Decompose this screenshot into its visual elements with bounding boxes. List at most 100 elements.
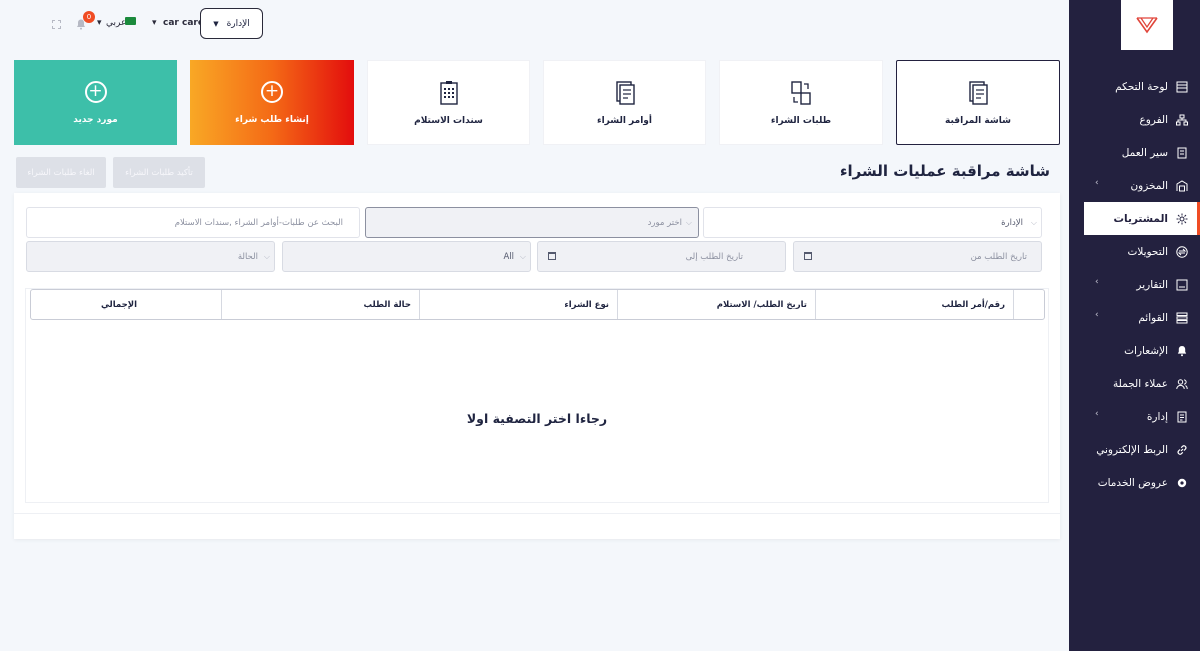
new-supplier-label: مورد جديد — [73, 114, 118, 125]
table-header-cell: الإجمالي — [100, 299, 137, 310]
sidebar-item[interactable]: التحويلات — [1069, 235, 1200, 268]
caret-down-icon: ▾ — [152, 18, 157, 28]
calendar-icon — [548, 252, 556, 260]
chevron-left-icon: ‹ — [1095, 310, 1099, 320]
document-icon — [969, 80, 988, 105]
caret-down-icon: ▾ — [97, 18, 102, 28]
gear-icon — [1176, 477, 1188, 489]
sidebar-item[interactable]: الإشعارات — [1069, 334, 1200, 367]
sidebar-item-label: عملاء الجملة — [1113, 377, 1168, 390]
table-header-cell: حالة الطلب — [221, 290, 419, 319]
date-to-field[interactable]: تاريخ الطلب إلى — [537, 241, 786, 272]
building-icon — [439, 80, 458, 105]
filter-panel: ⌵ الإدارة ⌵ اختر مورد البحث عن طلبات-أوا… — [14, 193, 1060, 539]
status-select-placeholder: الحالة — [237, 251, 258, 262]
workflow-icon — [1176, 147, 1188, 159]
caret-down-icon: ▼ — [213, 19, 219, 28]
document-icon — [615, 80, 635, 105]
cancel-purchase-requests-button[interactable]: الغاء طلبات الشراء — [16, 157, 106, 188]
transfers-icon — [1176, 245, 1188, 258]
purchases-icon — [1176, 213, 1188, 225]
sidebar-item-label: سير العمل — [1121, 146, 1168, 159]
receipts-card[interactable]: سندات الاستلام — [367, 60, 530, 145]
sidebar-nav: لوحة التحكم الفروع سير العمل ‹ المخزون المشتر… — [1069, 70, 1200, 499]
sidebar-item[interactable]: ‹ التقارير — [1069, 268, 1200, 301]
table-header-cell: رقم/أمر الطلب — [815, 290, 1013, 319]
sidebar-item-label: لوحة التحكم — [1115, 80, 1168, 93]
search-input[interactable]: البحث عن طلبات-أوامر الشراء ,سندات الاست… — [26, 207, 360, 238]
table-header-select — [1013, 290, 1044, 319]
sidebar-item[interactable]: عملاء الجملة — [1069, 367, 1200, 400]
purchase-orders-card-label: أوامر الشراء — [597, 115, 652, 126]
empty-state-message: رجاءا اختر التصفية اولا — [466, 411, 608, 426]
logo[interactable] — [1121, 0, 1173, 50]
branches-icon — [1176, 114, 1188, 126]
sidebar-item[interactable]: ‹ القوائم — [1069, 301, 1200, 334]
lists-icon — [1176, 312, 1188, 324]
sidebar-item[interactable]: المشتريات — [1084, 202, 1200, 235]
table-header-cell: نوع الشراء — [419, 290, 617, 319]
confirm-purchase-requests-button[interactable]: تأكيد طلبات الشراء — [113, 157, 205, 188]
users-icon — [1176, 378, 1188, 390]
fullscreen-icon[interactable] — [52, 20, 61, 29]
top-bar: 0 ▾ عربي ▾ car care ▼ الإدارة — [0, 0, 1069, 48]
sidebar-item[interactable]: ‹ المخزون — [1069, 169, 1200, 202]
admin-dropdown-button[interactable]: ▼ الإدارة — [200, 8, 263, 39]
date-from-field[interactable]: تاريخ الطلب من — [793, 241, 1042, 272]
chevron-down-icon: ⌵ — [519, 251, 526, 261]
chevron-down-icon: ⌵ — [685, 217, 692, 227]
date-to-placeholder: تاريخ الطلب إلى — [685, 251, 743, 262]
sidebar: لوحة التحكم الفروع سير العمل ‹ المخزون المشتر… — [1069, 0, 1200, 651]
table-header: رقم/أمر الطلب تاريخ الطلب/ الاستلام نوع … — [30, 289, 1045, 320]
sidebar-item[interactable]: لوحة التحكم — [1069, 70, 1200, 103]
sidebar-item-label: عروض الخدمات — [1097, 476, 1168, 489]
create-purchase-request-card[interactable]: + إنشاء طلب شراء — [190, 60, 354, 145]
flag-icon — [125, 17, 136, 25]
new-supplier-card[interactable]: + مورد جديد — [14, 60, 177, 145]
admin-dropdown-label: الإدارة — [226, 18, 250, 29]
sidebar-item[interactable]: سير العمل — [1069, 136, 1200, 169]
chevron-down-icon: ⌵ — [263, 251, 270, 261]
chart-icon — [1176, 81, 1188, 93]
sidebar-item[interactable]: عروض الخدمات — [1069, 466, 1200, 499]
supplier-select[interactable]: ⌵ اختر مورد — [365, 207, 699, 238]
sidebar-item-label: الإشعارات — [1124, 344, 1168, 357]
warehouse-icon — [1176, 179, 1188, 192]
purchase-type-select[interactable]: ⌵ All — [282, 241, 531, 272]
status-select[interactable]: ⌵ الحالة — [26, 241, 275, 272]
admin-select[interactable]: ⌵ الإدارة — [703, 207, 1042, 238]
sidebar-item-label: التقارير — [1136, 278, 1168, 291]
purchase-type-value: All — [503, 251, 514, 262]
notification-badge: 0 — [83, 11, 95, 23]
bell-icon — [1176, 345, 1188, 357]
company-selector[interactable]: car care — [163, 18, 204, 28]
chevron-left-icon: ‹ — [1095, 409, 1099, 419]
results-table: رقم/أمر الطلب تاريخ الطلب/ الاستلام نوع … — [25, 288, 1049, 503]
sidebar-item-label: القوائم — [1138, 311, 1168, 324]
sidebar-item-label: التحويلات — [1127, 245, 1168, 258]
monitor-card[interactable]: شاشة المراقبة — [896, 60, 1060, 145]
sidebar-item[interactable]: الفروع — [1069, 103, 1200, 136]
create-purchase-request-label: إنشاء طلب شراء — [235, 114, 309, 125]
sidebar-item[interactable]: الربط الإلكتروني — [1069, 433, 1200, 466]
receipts-card-label: سندات الاستلام — [414, 115, 483, 126]
link-icon — [1176, 444, 1188, 456]
exchange-documents-icon — [791, 80, 811, 105]
date-from-placeholder: تاريخ الطلب من — [970, 251, 1027, 262]
page-title: شاشة مراقبة عمليات الشراء — [839, 162, 1050, 180]
logo-icon — [1136, 17, 1158, 34]
sidebar-item[interactable]: ‹ إدارة — [1069, 400, 1200, 433]
sidebar-item-label: الربط الإلكتروني — [1096, 443, 1168, 456]
management-icon — [1176, 411, 1188, 423]
sidebar-item-label: المخزون — [1130, 179, 1168, 192]
language-label[interactable]: عربي — [106, 18, 126, 28]
purchase-orders-card[interactable]: أوامر الشراء — [543, 60, 706, 145]
sidebar-item-label: الفروع — [1139, 113, 1168, 126]
purchase-requests-card-label: طلبات الشراء — [770, 115, 832, 126]
purchase-requests-card[interactable]: طلبات الشراء — [719, 60, 883, 145]
monitor-card-label: شاشة المراقبة — [945, 115, 1011, 126]
sidebar-item-label: المشتريات — [1113, 212, 1168, 225]
chevron-left-icon: ‹ — [1095, 277, 1099, 287]
plus-circle-icon: + — [261, 80, 283, 103]
sidebar-item-label: إدارة — [1146, 410, 1168, 423]
